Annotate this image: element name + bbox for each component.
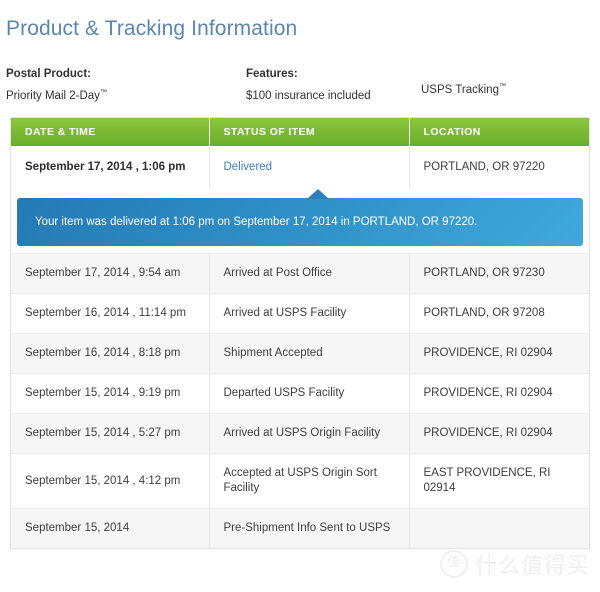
table-row: September 15, 2014 Pre-Shipment Info Sen… <box>11 508 589 549</box>
tracking-table-header: DATE & TIME STATUS OF ITEM LOCATION <box>11 118 589 147</box>
table-row-delivery-banner: Your item was delivered at 1:06 pm on Se… <box>11 189 589 254</box>
cell-status: Delivered <box>209 146 410 190</box>
site-watermark: 值 什么值得买 <box>439 548 590 580</box>
features-label: Features: <box>246 68 298 81</box>
cell-date-time: September 15, 2014 , 4:12 pm <box>11 453 210 509</box>
cell-status: Shipment Accepted <box>209 333 410 374</box>
tracking-service-value: USPS Tracking™ <box>421 82 506 98</box>
features-group: Features: $100 insurance included <box>246 66 421 104</box>
delivered-status-link[interactable]: Delivered <box>224 161 273 173</box>
product-summary: Postal Product: Priority Mail 2-Day™ Fea… <box>0 56 600 104</box>
table-row: September 17, 2014 , 9:54 am Arrived at … <box>11 253 589 294</box>
tracking-service-text: USPS Tracking <box>421 84 499 97</box>
delivery-banner-wrapper: Your item was delivered at 1:06 pm on Se… <box>11 189 589 254</box>
postal-product-value: Priority Mail 2-Day™ <box>6 88 246 104</box>
tracking-table-container: DATE & TIME STATUS OF ITEM LOCATION Sept… <box>10 117 590 550</box>
cell-date-time: September 17, 2014 , 9:54 am <box>11 253 210 294</box>
trademark-icon: ™ <box>498 83 506 91</box>
table-row: September 15, 2014 , 4:12 pm Accepted at… <box>11 453 589 509</box>
cell-location: PROVIDENCE, RI 02904 <box>409 373 589 414</box>
cell-status: Accepted at USPS Origin Sort Facility <box>209 453 410 509</box>
cell-date-time: September 16, 2014 , 8:18 pm <box>11 333 210 374</box>
postal-product-text: Priority Mail 2-Day <box>6 90 100 103</box>
cell-location: PORTLAND, OR 97220 <box>409 146 589 190</box>
cell-date-time: September 15, 2014 <box>11 508 210 549</box>
table-row: September 16, 2014 , 8:18 pm Shipment Ac… <box>11 333 589 374</box>
cell-date-time: September 17, 2014 , 1:06 pm <box>11 146 210 190</box>
cell-status: Pre-Shipment Info Sent to USPS <box>209 508 410 549</box>
cell-status: Arrived at USPS Facility <box>209 293 410 334</box>
cell-location: PROVIDENCE, RI 02904 <box>409 333 589 374</box>
watermark-text: 什么值得买 <box>474 554 590 580</box>
cell-location: PROVIDENCE, RI 02904 <box>409 413 589 454</box>
postal-product-label: Postal Product: <box>6 68 91 81</box>
delivery-confirmation-banner: Your item was delivered at 1:06 pm on Se… <box>17 198 583 247</box>
cell-location: EAST PROVIDENCE, RI 02914 <box>409 453 589 509</box>
page-title: Product & Tracking Information <box>6 17 298 41</box>
table-header-row: DATE & TIME STATUS OF ITEM LOCATION <box>11 118 589 147</box>
tracking-table: DATE & TIME STATUS OF ITEM LOCATION Sept… <box>11 118 589 549</box>
trademark-icon: ™ <box>99 89 107 97</box>
tracking-label-spacer <box>421 66 506 82</box>
watermark-badge-icon: 值 <box>439 550 468 579</box>
table-row: September 16, 2014 , 11:14 pm Arrived at… <box>11 293 589 334</box>
tracking-service-group: USPS Tracking™ <box>421 66 506 104</box>
features-value: $100 insurance included <box>246 90 371 103</box>
cell-date-time: September 15, 2014 , 5:27 pm <box>11 413 210 454</box>
column-header-location: LOCATION <box>409 118 589 147</box>
cell-location <box>409 508 589 549</box>
cell-date-time: September 15, 2014 , 9:19 pm <box>11 373 210 414</box>
cell-date-time: September 16, 2014 , 11:14 pm <box>11 293 210 334</box>
banner-cell: Your item was delivered at 1:06 pm on Se… <box>11 189 589 254</box>
banner-pointer-arrow-icon <box>307 189 329 200</box>
cell-status: Departed USPS Facility <box>209 373 410 414</box>
column-header-date-time: DATE & TIME <box>11 118 210 147</box>
table-row: September 15, 2014 , 9:19 pm Departed US… <box>11 373 589 414</box>
cell-status: Arrived at Post Office <box>209 253 410 294</box>
cell-location: PORTLAND, OR 97208 <box>409 293 589 334</box>
cell-status: Arrived at USPS Origin Facility <box>209 413 410 454</box>
table-row: September 15, 2014 , 5:27 pm Arrived at … <box>11 413 589 454</box>
column-header-status: STATUS OF ITEM <box>209 118 410 147</box>
tracking-table-body: September 17, 2014 , 1:06 pm Delivered P… <box>11 146 589 549</box>
cell-location: PORTLAND, OR 97230 <box>409 253 589 294</box>
postal-product-group: Postal Product: Priority Mail 2-Day™ <box>6 66 246 104</box>
table-row-current-status: September 17, 2014 , 1:06 pm Delivered P… <box>11 146 589 190</box>
